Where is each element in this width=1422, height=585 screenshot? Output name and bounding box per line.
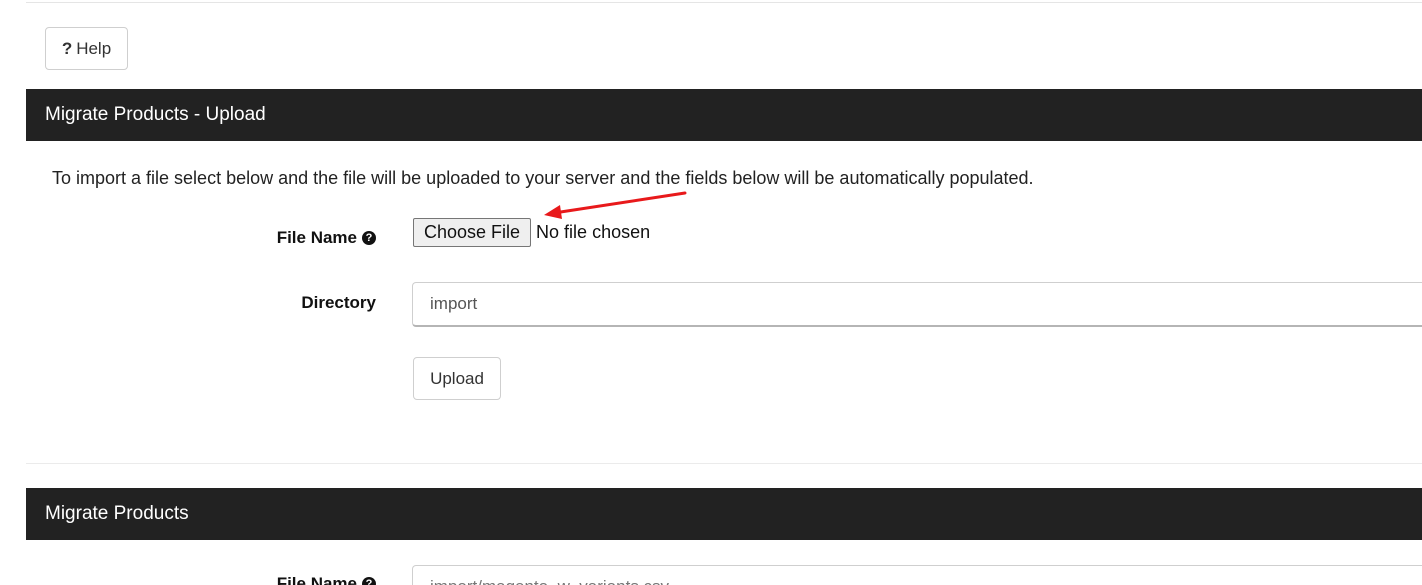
- migrate-panel-title: Migrate Products: [45, 503, 189, 524]
- directory-label: Directory: [301, 293, 376, 313]
- migrate-file-name-input[interactable]: import/magento_w_variants.csv: [412, 565, 1422, 585]
- directory-input[interactable]: import: [412, 282, 1422, 327]
- upload-panel-title: Migrate Products - Upload: [45, 104, 266, 125]
- top-divider: [26, 2, 1422, 3]
- migrate-file-name-label-text: File Name: [276, 574, 357, 585]
- help-button[interactable]: ? Help: [45, 27, 128, 70]
- question-circle-icon[interactable]: ?: [362, 577, 376, 585]
- annotation-arrow: [544, 191, 687, 219]
- question-icon: ?: [61, 38, 73, 58]
- section-divider: [26, 463, 1422, 464]
- directory-label-text: Directory: [301, 293, 376, 312]
- page: ? Help Migrate Products - Upload To impo…: [0, 0, 1422, 585]
- migrate-file-name-label: File Name ?: [277, 574, 376, 585]
- question-circle-icon[interactable]: ?: [362, 231, 376, 245]
- file-name-label-text: File Name: [276, 228, 357, 247]
- file-name-label: File Name ?: [277, 228, 376, 248]
- no-file-status: No file chosen: [536, 222, 651, 242]
- help-button-label: Help: [76, 38, 112, 58]
- upload-panel-header: Migrate Products - Upload: [26, 89, 1422, 141]
- migrate-panel-header: Migrate Products: [26, 488, 1422, 540]
- upload-button[interactable]: Upload: [413, 357, 501, 400]
- upload-intro-text: To import a file select below and the fi…: [52, 168, 1034, 188]
- choose-file-button[interactable]: Choose File: [413, 218, 532, 247]
